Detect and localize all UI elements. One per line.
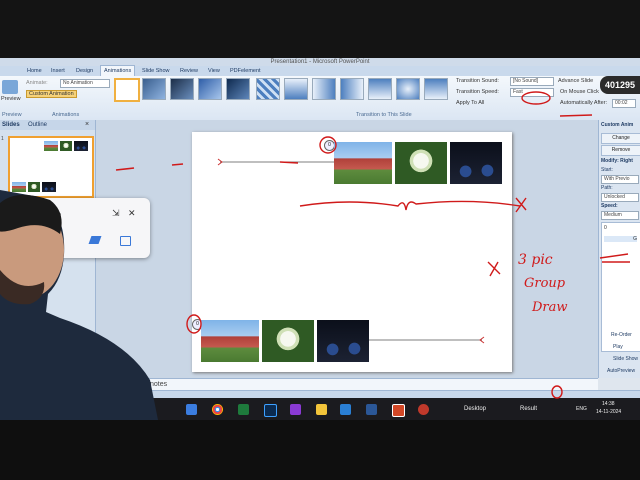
change-button[interactable]: Change: [601, 133, 640, 144]
photoshop-icon[interactable]: [264, 404, 277, 417]
motorbike-image[interactable]: [450, 142, 502, 184]
explorer-icon[interactable]: [186, 404, 197, 415]
ribbon-tabs: Home Insert Design Animations Slide Show…: [0, 65, 640, 76]
transition-speed-label: Transition Speed:: [456, 89, 499, 95]
chrome-icon[interactable]: [212, 404, 223, 415]
preview-icon[interactable]: [2, 80, 18, 94]
vscode-icon[interactable]: [340, 404, 351, 415]
transition-fade[interactable]: [142, 78, 166, 100]
transition-sound-select[interactable]: [No Sound]: [510, 77, 554, 86]
tab-slide-show[interactable]: Slide Show: [139, 66, 173, 76]
on-mouse-click-checkbox[interactable]: On Mouse Click: [560, 89, 599, 95]
slide-number: 1: [1, 136, 4, 142]
start-select[interactable]: With Previo: [601, 175, 639, 184]
transition-split[interactable]: [396, 78, 420, 100]
watermark-id: 401295: [600, 76, 640, 94]
recorder-icon[interactable]: [418, 404, 429, 415]
excel-icon[interactable]: [238, 404, 249, 415]
tab-outline[interactable]: Outline: [28, 122, 47, 128]
animation-item-1[interactable]: 0: [604, 225, 607, 231]
ribbon: Preview Animate: No Animation Custom Ani…: [0, 76, 640, 121]
clock-date: 14-11-2024: [596, 409, 622, 415]
slide-canvas[interactable]: 0 0: [192, 132, 512, 372]
play-button[interactable]: Play: [613, 344, 639, 350]
camera-dark-top: [0, 0, 640, 58]
speed-label: Speed:: [601, 203, 618, 209]
app-icon[interactable]: [290, 404, 301, 415]
building-image[interactable]: [334, 142, 392, 184]
close-pane-icon[interactable]: ×: [85, 121, 89, 128]
start-label: Start:: [601, 167, 613, 173]
tab-view[interactable]: View: [205, 66, 223, 76]
motorbike-image-2[interactable]: [317, 320, 369, 362]
flower-image-2[interactable]: [262, 320, 314, 362]
building-image-2[interactable]: [201, 320, 259, 362]
path-label: Path:: [601, 185, 613, 191]
animation-item-2[interactable]: G: [604, 236, 637, 242]
transition-fade-black[interactable]: [170, 78, 194, 100]
autopreview-checkbox[interactable]: AutoPreview: [607, 368, 639, 374]
transition-group-label: Transition to This Slide: [356, 112, 412, 118]
slide-editing-area: 0 0: [96, 120, 598, 378]
speed-select[interactable]: Medium: [601, 211, 639, 220]
custom-animation-button[interactable]: Custom Animation: [26, 90, 77, 98]
transition-push[interactable]: [424, 78, 448, 100]
presenter-person: [0, 190, 158, 420]
modify-label: Modify: Right: [601, 158, 633, 164]
reorder-button[interactable]: Re-Order: [611, 332, 639, 338]
language-indicator[interactable]: ENG: [576, 406, 587, 412]
slide-show-button[interactable]: Slide Show: [613, 356, 639, 362]
preview-button[interactable]: Preview: [1, 96, 21, 102]
transition-wipe-left[interactable]: [312, 78, 336, 100]
tab-home[interactable]: Home: [24, 66, 45, 76]
preview-group-label: Preview: [2, 112, 22, 118]
transition-wipe-right[interactable]: [340, 78, 364, 100]
remove-button[interactable]: Remove: [601, 145, 640, 156]
thumb-bike-image: [74, 141, 88, 151]
camera-dark-bottom: [0, 420, 640, 480]
apply-to-all-button[interactable]: Apply To All: [456, 100, 484, 106]
clock-time: 14:38: [602, 401, 615, 407]
transition-sound-label: Transition Sound:: [456, 78, 499, 84]
word-icon[interactable]: [366, 404, 377, 415]
slide-thumbnail[interactable]: [8, 136, 94, 198]
transition-cut-black[interactable]: [226, 78, 250, 100]
custom-animation-pane: Custom Anim Change Remove Modify: Right …: [598, 120, 640, 378]
desktop-label[interactable]: Desktop: [464, 406, 486, 412]
flower-image[interactable]: [395, 142, 447, 184]
powerpoint-icon[interactable]: [392, 404, 405, 417]
transition-wipe-up[interactable]: [368, 78, 392, 100]
advance-slide-label: Advance Slide: [558, 78, 594, 84]
animations-group-label: Animations: [52, 112, 80, 118]
tab-animations[interactable]: Animations: [100, 65, 136, 76]
tab-pdfelement[interactable]: PDFelement: [227, 66, 264, 76]
animate-label: Animate:: [26, 80, 48, 86]
transition-speed-select[interactable]: Fast: [510, 88, 554, 97]
tab-insert[interactable]: Insert: [48, 66, 68, 76]
transition-none[interactable]: [114, 78, 140, 102]
auto-after-field[interactable]: 00:02: [612, 99, 636, 108]
transition-cut[interactable]: [198, 78, 222, 100]
tab-review[interactable]: Review: [177, 66, 201, 76]
custom-anim-header: Custom Anim: [601, 122, 634, 128]
transition-dissolve[interactable]: [256, 78, 280, 100]
window-title: Presentation1 - Microsoft PowerPoint: [0, 58, 640, 66]
tab-design[interactable]: Design: [73, 66, 96, 76]
thumb-flower-image: [60, 141, 72, 151]
tab-slides[interactable]: Slides: [2, 122, 20, 128]
path-select[interactable]: Unlocked: [601, 193, 639, 202]
animate-select[interactable]: No Animation: [60, 79, 110, 88]
thumb-building-image: [44, 141, 58, 151]
transition-wipe-down[interactable]: [284, 78, 308, 100]
result-label[interactable]: Result: [520, 406, 537, 412]
folder-icon[interactable]: [316, 404, 327, 415]
slides-pane-tabs: Slides Outline ×: [0, 120, 95, 130]
auto-after-checkbox[interactable]: Automatically After:: [560, 100, 607, 106]
